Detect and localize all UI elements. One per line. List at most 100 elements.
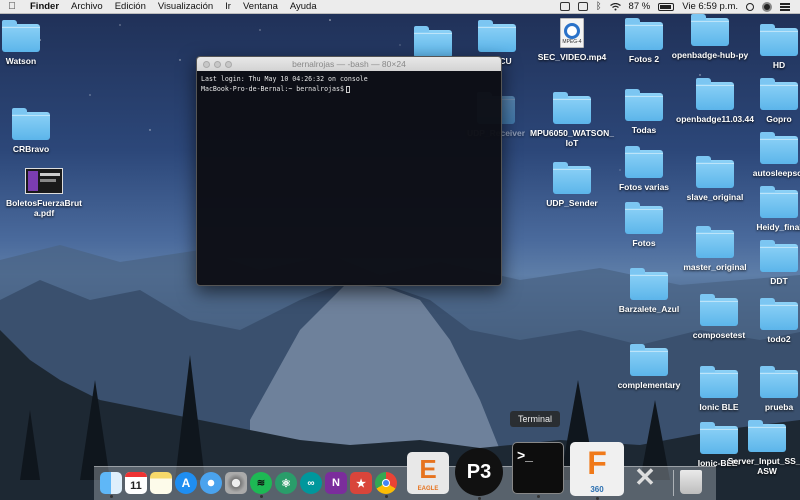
dock-app-fusion-360[interactable]: F 360 <box>570 442 624 500</box>
trash-icon <box>680 470 702 494</box>
folder-icon <box>760 298 798 330</box>
desktop-item-prueba[interactable]: prueba <box>736 366 800 412</box>
processing-icon: P3 <box>455 448 503 496</box>
notification-center-icon[interactable] <box>776 0 794 14</box>
dock-app-wunderlist[interactable]: ★ <box>350 472 372 494</box>
desktop-item-label: CRBravo <box>12 144 50 154</box>
desktop-item-label: HD <box>772 60 786 70</box>
dock-app-xquartz[interactable]: ✕ <box>630 462 660 492</box>
terminal-line-login: Last login: Thu May 10 04:26:32 on conso… <box>201 75 368 83</box>
folder-icon <box>2 20 40 52</box>
spotify-icon: ≋ <box>250 472 272 494</box>
folder-icon <box>760 240 798 272</box>
menu-visualizacion[interactable]: Visualización <box>152 1 219 12</box>
terminal-prompt: MacBook-Pro-de-Bernal:~ bernalrojas$ <box>201 85 344 93</box>
fusion-360-icon: F 360 <box>570 442 624 496</box>
folder-icon <box>625 146 663 178</box>
xquartz-icon: ✕ <box>634 462 656 492</box>
dock-separator <box>673 470 674 496</box>
spotlight-search-icon[interactable] <box>742 0 758 14</box>
terminal-titlebar[interactable]: bernalrojas — -bash — 80×24 <box>197 57 501 71</box>
terminal-cursor <box>345 85 350 93</box>
terminal-icon: >_ <box>512 442 564 494</box>
dock-app-spotify[interactable]: ≋ <box>250 472 272 498</box>
video-file-icon: MPEG-4 <box>560 18 584 48</box>
folder-icon <box>760 24 798 56</box>
desktop-item-label: todo2 <box>767 334 791 344</box>
notes-icon <box>150 472 172 494</box>
bluetooth-icon[interactable]: ᛒ <box>592 0 606 14</box>
menu-ventana[interactable]: Ventana <box>237 1 284 12</box>
arduino-icon: ∞ <box>300 472 322 494</box>
status-area: ᛒ 87 % Vie 6:59 p.m. <box>556 0 800 14</box>
desktop-item-watson[interactable]: Watson <box>0 20 64 66</box>
desktop-item-label: Gopro <box>766 114 792 124</box>
safari-icon <box>200 472 222 494</box>
menu-ir[interactable]: Ir <box>219 1 237 12</box>
desktop-item-server-input[interactable]: Server_Input_SS_PASW <box>727 420 800 476</box>
dock-app-app-store[interactable]: A <box>175 472 197 494</box>
desktop-item-label: Heidy_final <box>756 222 800 232</box>
dock-app-eagle[interactable]: E EAGLE <box>407 452 449 494</box>
battery-icon[interactable] <box>654 0 678 14</box>
folder-icon <box>696 156 734 188</box>
battery-percent[interactable]: 87 % <box>625 0 655 14</box>
dock-tooltip: Terminal <box>510 411 561 427</box>
folder-icon <box>760 132 798 164</box>
folder-icon <box>414 26 452 58</box>
desktop-item-boletos-pdf[interactable]: BoletosFuerzaBruta.pdf <box>4 168 84 218</box>
media-icon[interactable] <box>574 0 592 14</box>
desktop-item-autosleepscr[interactable]: autosleepscr <box>736 132 800 178</box>
desktop-item-crbravo[interactable]: CRBravo <box>0 108 74 154</box>
stats-icon[interactable] <box>556 0 574 14</box>
desktop-item-label: Watson <box>5 56 37 66</box>
app-store-icon: A <box>175 472 197 494</box>
finder-icon <box>100 472 122 494</box>
terminal-prompt-line: MacBook-Pro-de-Bernal:~ bernalrojas$ <box>201 84 497 94</box>
desktop-item-todo2[interactable]: todo2 <box>736 298 800 344</box>
desktop-item-hd[interactable]: HD <box>736 24 800 70</box>
dock-app-atom[interactable]: ⚛ <box>275 472 297 494</box>
folder-icon <box>625 89 663 121</box>
folder-icon <box>760 186 798 218</box>
dock-app-processing[interactable]: P3 <box>455 448 503 500</box>
terminal-output[interactable]: Last login: Thu May 10 04:26:32 on conso… <box>197 71 501 97</box>
dock-app-onenote[interactable]: N <box>325 472 347 494</box>
desktop-item-ddt[interactable]: DDT <box>736 240 800 286</box>
folder-icon <box>700 366 738 398</box>
menu-edicion[interactable]: Edición <box>109 1 152 12</box>
folder-icon <box>630 268 668 300</box>
dock-app-terminal[interactable]: >_ <box>512 442 564 498</box>
dock-app-finder[interactable] <box>100 472 122 498</box>
dock-app-arduino[interactable]: ∞ <box>300 472 322 494</box>
desktop-item-label: BoletosFuerzaBruta.pdf <box>5 198 83 218</box>
dock-app-system-preferences[interactable] <box>225 472 247 494</box>
wunderlist-icon: ★ <box>350 472 372 494</box>
desktop-item-gopro[interactable]: Gopro <box>736 78 800 124</box>
folder-icon <box>625 202 663 234</box>
gear-icon <box>225 472 247 494</box>
menu-ayuda[interactable]: Ayuda <box>284 1 323 12</box>
dock-app-trash[interactable] <box>680 470 702 494</box>
desktop-item-label: Todas <box>631 125 657 135</box>
pdf-thumbnail-icon <box>25 168 63 194</box>
folder-icon <box>691 14 729 46</box>
desktop-item-heidy-final[interactable]: Heidy_final <box>736 186 800 232</box>
folder-icon <box>625 18 663 50</box>
dock-app-chrome[interactable] <box>375 472 397 498</box>
user-avatar-icon[interactable] <box>758 0 776 14</box>
calendar-icon: 11 <box>125 472 147 494</box>
folder-icon <box>630 344 668 376</box>
terminal-window[interactable]: bernalrojas — -bash — 80×24 Last login: … <box>196 56 502 286</box>
dock-app-safari[interactable] <box>200 472 222 494</box>
menu-finder[interactable]: Finder <box>24 1 65 12</box>
dock-app-calendar[interactable]: 11 <box>125 472 147 494</box>
folder-icon <box>553 162 591 194</box>
folder-icon <box>760 78 798 110</box>
folder-icon <box>696 226 734 258</box>
clock[interactable]: Vie 6:59 p.m. <box>678 0 742 14</box>
menu-archivo[interactable]: Archivo <box>65 1 109 12</box>
dock-app-notes[interactable] <box>150 472 172 494</box>
apple-menu-icon[interactable]:  <box>0 1 24 12</box>
wifi-icon[interactable] <box>606 0 625 14</box>
